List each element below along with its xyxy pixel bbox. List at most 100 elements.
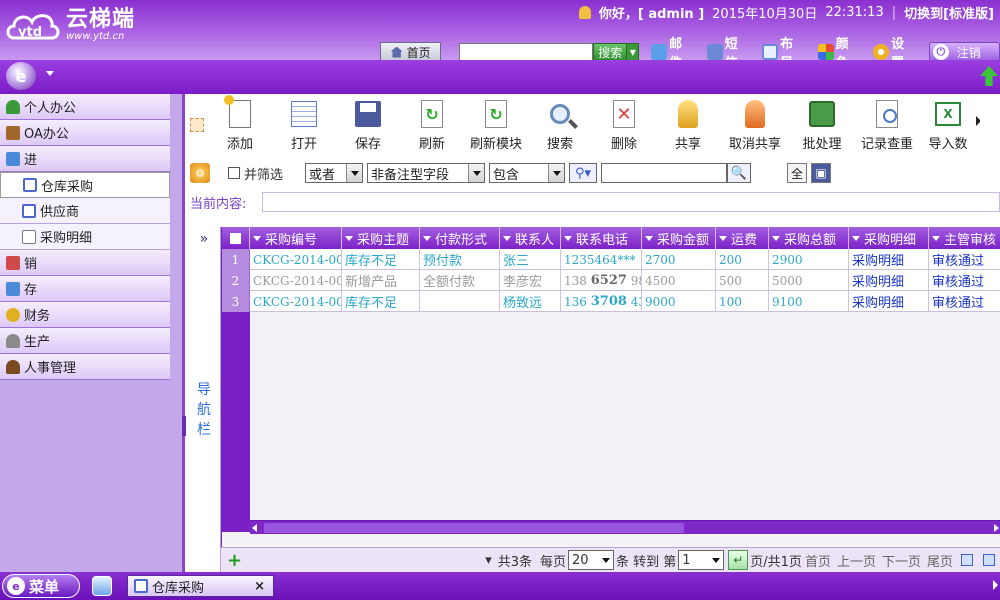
scroll-right-icon[interactable] — [994, 524, 999, 532]
cell-subject[interactable]: 库存不足 — [342, 291, 420, 312]
add-row-icon[interactable]: + — [227, 550, 247, 571]
sidebar-item-finance[interactable]: 财务 — [0, 302, 170, 328]
cell-code[interactable]: CKCG-2014-001 — [250, 291, 342, 312]
sidebar-item-hr[interactable]: 人事管理 — [0, 354, 170, 380]
cell-total[interactable]: 9100 — [769, 291, 849, 312]
expand-nav-icon[interactable]: » — [188, 231, 220, 247]
sidebar-item-oa[interactable]: OA办公 — [0, 120, 170, 146]
open-button[interactable]: 打开 — [272, 94, 336, 158]
sidebar-item-purchase-detail[interactable]: 采购明细 — [0, 224, 170, 250]
unshare-button[interactable]: 取消共享 — [720, 94, 790, 158]
cell-contact[interactable]: 张三 — [500, 249, 561, 270]
review-status-link[interactable]: 审核通过 — [929, 270, 1000, 291]
cell-subject[interactable]: 新增产品 — [342, 270, 420, 291]
taskbar-scroll-right-icon[interactable] — [993, 580, 998, 590]
cell-subject[interactable]: 库存不足 — [342, 249, 420, 270]
column-header[interactable]: 采购主题 — [342, 227, 420, 249]
go-page-button[interactable]: ↵ — [728, 550, 749, 570]
cell-freight[interactable]: 200 — [716, 249, 769, 270]
table-row[interactable]: 3 CKCG-2014-001 库存不足 杨致远 136 3708 435 90… — [222, 291, 1000, 312]
cell-amount[interactable]: 4500 — [642, 270, 716, 291]
menu-button[interactable]: e 菜单 — [2, 574, 80, 598]
next-page-link[interactable]: 下一页 — [882, 551, 921, 570]
toolbar-handle-icon[interactable] — [190, 118, 204, 132]
cell-payment[interactable]: 全额付款 — [420, 270, 500, 291]
cell-phone[interactable]: 1235464*** — [561, 249, 642, 270]
scrollbar-thumb[interactable] — [264, 523, 684, 533]
dedupe-button[interactable]: 记录查重 — [854, 94, 920, 158]
save-button[interactable]: 保存 — [336, 94, 400, 158]
sidebar-item-warehouse-purchase[interactable]: 仓库采购 — [0, 172, 170, 198]
add-button[interactable]: 添加 — [208, 94, 272, 158]
column-header[interactable]: 联系电话 — [561, 227, 642, 249]
sidebar-item-production[interactable]: 生产 — [0, 328, 170, 354]
logout-button[interactable]: ⏻ 注销 — [928, 42, 1000, 62]
scroll-left-icon[interactable] — [252, 524, 257, 532]
cell-phone[interactable]: 136 3708 435 — [561, 291, 642, 312]
operator-select[interactable]: 包含 — [489, 163, 566, 183]
page-select[interactable]: 1 — [678, 550, 725, 570]
open-task-warehouse-purchase[interactable]: 仓库采购 × — [127, 575, 274, 597]
column-header[interactable]: 联系人 — [500, 227, 561, 249]
filter-settings-icon[interactable]: ⚙ — [190, 163, 210, 183]
table-row[interactable]: 1 CKCG-2014-003 库存不足 预付款 张三 1235464*** 2… — [222, 249, 1000, 270]
cell-payment[interactable]: 预付款 — [420, 249, 500, 270]
refresh-button[interactable]: ↻ 刷新 — [400, 94, 464, 158]
sidebar-item-purchase[interactable]: 进 — [0, 146, 170, 172]
close-icon[interactable]: × — [254, 579, 265, 594]
grid-view-icon[interactable] — [983, 554, 995, 566]
cell-freight[interactable]: 500 — [716, 270, 769, 291]
import-button[interactable]: X 导入数 — [920, 94, 976, 158]
nav-strip-label[interactable]: 导航栏 — [196, 380, 212, 440]
column-header[interactable]: 主管审核 — [929, 227, 1000, 249]
share-button[interactable]: 共享 — [656, 94, 720, 158]
cell-code[interactable]: CKCG-2014-003 — [250, 249, 342, 270]
horizontal-scrollbar[interactable] — [250, 520, 1000, 534]
current-content-input[interactable] — [262, 192, 1000, 212]
sidebar-item-sales[interactable]: 销 — [0, 250, 170, 276]
home-button[interactable]: 首页 — [380, 42, 442, 62]
cell-amount[interactable]: 2700 — [642, 249, 716, 270]
cell-total[interactable]: 5000 — [769, 270, 849, 291]
cell-amount[interactable]: 9000 — [642, 291, 716, 312]
filter-save-icon[interactable]: ▣ — [811, 163, 832, 183]
column-header[interactable]: 付款形式 — [420, 227, 500, 249]
column-header[interactable]: 运费 — [716, 227, 769, 249]
cell-total[interactable]: 2900 — [769, 249, 849, 270]
refresh-module-button[interactable]: ↻ 刷新模块 — [464, 94, 528, 158]
global-search-button[interactable]: 搜索 — [593, 43, 628, 61]
search-button[interactable]: 搜索 — [528, 94, 592, 158]
cell-payment[interactable] — [420, 291, 500, 312]
filter-search-input[interactable] — [601, 163, 728, 183]
arrow-up-icon[interactable] — [980, 66, 998, 86]
sidebar-item-personal[interactable]: 个人办公 — [0, 94, 170, 120]
app-orb-icon[interactable]: e — [6, 62, 36, 90]
toolbar-more-icon[interactable] — [976, 116, 986, 126]
filter-search-button[interactable]: 🔍 — [727, 163, 752, 183]
prev-page-link[interactable]: 上一页 — [837, 551, 876, 570]
sidebar-collapse-handle[interactable] — [182, 416, 186, 436]
first-page-link[interactable]: 首页 — [805, 551, 831, 570]
cell-code[interactable]: CKCG-2014-002 — [250, 270, 342, 291]
search-dropdown-icon[interactable]: ▼ — [627, 43, 640, 61]
select-all-button[interactable]: 全 — [787, 163, 808, 183]
column-header[interactable]: 采购总额 — [769, 227, 849, 249]
combine-filter-checkbox[interactable] — [228, 167, 240, 179]
global-search-input[interactable] — [459, 43, 594, 61]
last-page-link[interactable]: 尾页 — [927, 551, 953, 570]
delete-button[interactable]: ✕ 删除 — [592, 94, 656, 158]
purchase-detail-link[interactable]: 采购明细 — [849, 291, 929, 312]
cell-contact[interactable]: 李彦宏 — [500, 270, 561, 291]
purchase-detail-link[interactable]: 采购明细 — [849, 270, 929, 291]
purchase-detail-link[interactable]: 采购明细 — [849, 249, 929, 270]
list-view-icon[interactable] — [961, 554, 973, 566]
chevron-down-icon[interactable] — [46, 71, 54, 76]
table-row[interactable]: 2 CKCG-2014-002 新增产品 全额付款 李彦宏 138 6527 9… — [222, 270, 1000, 291]
column-header[interactable]: 采购明细 — [849, 227, 929, 249]
cell-contact[interactable]: 杨致远 — [500, 291, 561, 312]
switch-version-link[interactable]: 切换到[标准版] — [904, 3, 994, 22]
column-header[interactable]: 采购编号 — [250, 227, 342, 249]
sidebar-item-supplier[interactable]: 供应商 — [0, 198, 170, 224]
review-status-link[interactable]: 审核通过 — [929, 291, 1000, 312]
cell-phone[interactable]: 138 6527 985 — [561, 270, 642, 291]
